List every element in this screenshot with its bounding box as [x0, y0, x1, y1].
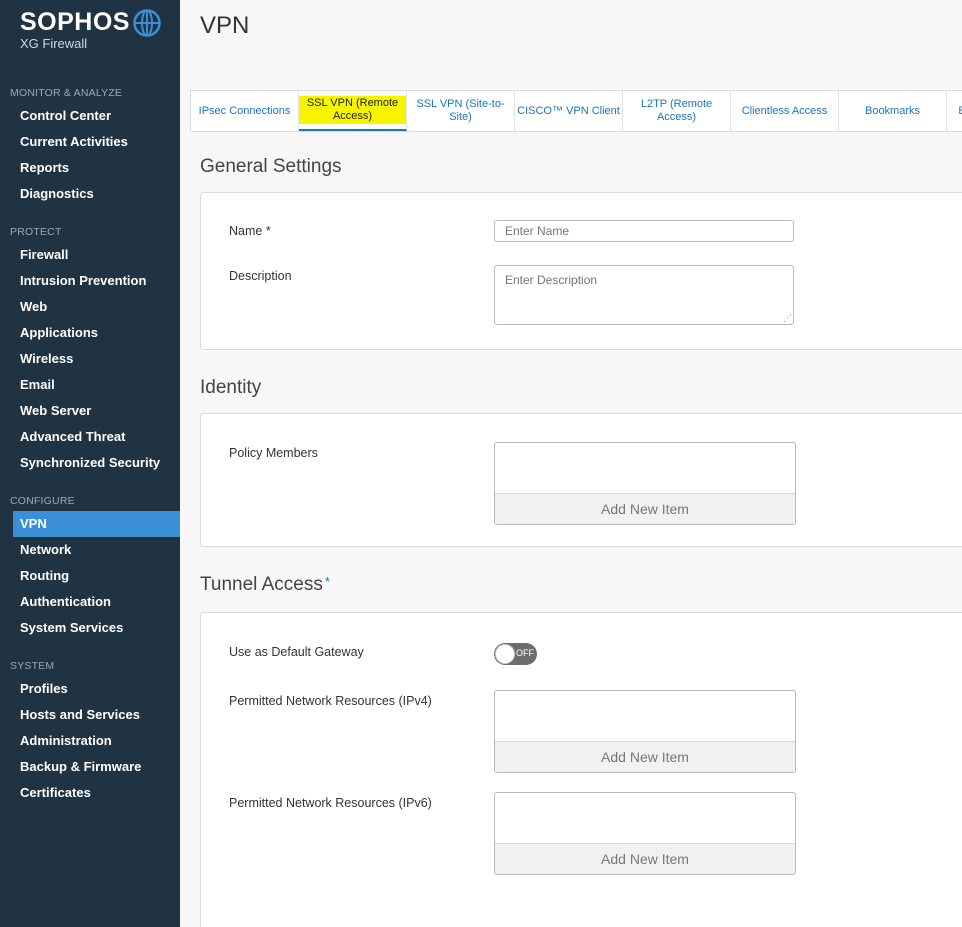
- nav-section-monitor: MONITOR & ANALYZE: [10, 87, 123, 99]
- nav-item-system-services[interactable]: System Services: [0, 615, 180, 641]
- nav-item-advanced-threat[interactable]: Advanced Threat: [0, 424, 180, 450]
- tunnel-access-heading: Tunnel Access *: [200, 574, 330, 596]
- ipv4-add-button[interactable]: Add New Item: [495, 741, 795, 772]
- nav-item-profiles[interactable]: Profiles: [0, 676, 180, 702]
- product-name: XG Firewall: [20, 36, 88, 51]
- ipv6-resources-label: Permitted Network Resources (IPv6): [229, 796, 432, 810]
- description-label: Description: [229, 269, 292, 283]
- ipv6-add-button[interactable]: Add New Item: [495, 843, 795, 874]
- nav-item-control-center[interactable]: Control Center: [0, 103, 180, 129]
- tab-ssl-vpn-site-to-site[interactable]: SSL VPN (Site-to-Site): [407, 91, 515, 131]
- nav-item-synchronized-security[interactable]: Synchronized Security: [0, 450, 180, 476]
- nav-item-wireless[interactable]: Wireless: [0, 346, 180, 372]
- general-settings-heading: General Settings: [200, 156, 342, 177]
- nav-item-routing[interactable]: Routing: [0, 563, 180, 589]
- nav-item-backup-firmware[interactable]: Backup & Firmware: [0, 754, 180, 780]
- nav-item-administration[interactable]: Administration: [0, 728, 180, 754]
- tunnel-access-title: Tunnel Access: [200, 574, 323, 595]
- tunnel-access-panel: Use as Default Gateway OFF Permitted Net…: [200, 612, 962, 927]
- nav-item-vpn[interactable]: VPN: [13, 511, 180, 537]
- general-settings-panel: Name * Description ⋰: [200, 192, 962, 350]
- tab-bar: IPsec Connections SSL VPN (Remote Access…: [190, 90, 962, 132]
- nav-section-system: SYSTEM: [10, 660, 55, 672]
- tab-bookmarks[interactable]: Bookmarks: [839, 91, 947, 131]
- nav-item-web-server[interactable]: Web Server: [0, 398, 180, 424]
- name-label: Name *: [229, 224, 271, 238]
- nav-item-hosts-and-services[interactable]: Hosts and Services: [0, 702, 180, 728]
- nav-item-firewall[interactable]: Firewall: [0, 242, 180, 268]
- ipv6-resources-list[interactable]: Add New Item: [494, 792, 796, 875]
- description-input[interactable]: [494, 265, 794, 325]
- globe-icon: [133, 9, 161, 37]
- ipv4-resources-list[interactable]: Add New Item: [494, 690, 796, 773]
- required-mark: *: [324, 574, 330, 589]
- resize-grip-icon[interactable]: ⋰: [783, 314, 792, 323]
- tab-ssl-vpn-remote-access[interactable]: SSL VPN (Remote Access): [299, 91, 407, 131]
- brand-name: SOPHOS: [20, 8, 130, 36]
- tab-cisco-vpn-client[interactable]: CISCO™ VPN Client: [515, 91, 623, 131]
- tab-label-highlighted: SSL VPN (Remote Access): [299, 96, 406, 124]
- nav-section-configure: CONFIGURE: [10, 495, 75, 507]
- default-gateway-label: Use as Default Gateway: [229, 645, 364, 659]
- nav-item-current-activities[interactable]: Current Activities: [0, 129, 180, 155]
- sidebar: SOPHOS XG Firewall MONITOR & ANALYZE Con…: [0, 0, 180, 927]
- identity-panel: Policy Members Add New Item: [200, 413, 962, 547]
- description-wrapper: ⋰: [494, 265, 794, 325]
- policy-members-list[interactable]: Add New Item: [494, 442, 796, 525]
- tab-overflow[interactable]: B: [947, 91, 962, 131]
- toggle-knob: [495, 644, 515, 664]
- sophos-logo[interactable]: SOPHOS XG Firewall: [20, 8, 161, 51]
- tab-clientless-access[interactable]: Clientless Access: [731, 91, 839, 131]
- page-title: VPN: [200, 12, 250, 39]
- name-input[interactable]: [494, 220, 794, 242]
- default-gateway-toggle[interactable]: OFF: [494, 643, 537, 665]
- nav-item-authentication[interactable]: Authentication: [0, 589, 180, 615]
- policy-members-label: Policy Members: [229, 446, 318, 460]
- nav-item-intrusion-prevention[interactable]: Intrusion Prevention: [0, 268, 180, 294]
- tab-l2tp-remote-access[interactable]: L2TP (Remote Access): [623, 91, 731, 131]
- nav-item-email[interactable]: Email: [0, 372, 180, 398]
- main-content: VPN IPsec Connections SSL VPN (Remote Ac…: [180, 0, 962, 927]
- tab-ipsec-connections[interactable]: IPsec Connections: [191, 91, 299, 131]
- nav-item-certificates[interactable]: Certificates: [0, 780, 180, 806]
- identity-heading: Identity: [200, 377, 262, 398]
- nav-item-reports[interactable]: Reports: [0, 155, 180, 181]
- nav-item-applications[interactable]: Applications: [0, 320, 180, 346]
- nav-item-web[interactable]: Web: [0, 294, 180, 320]
- toggle-state-text: OFF: [516, 648, 534, 658]
- nav-item-diagnostics[interactable]: Diagnostics: [0, 181, 180, 207]
- policy-members-add-button[interactable]: Add New Item: [495, 493, 795, 524]
- ipv4-resources-label: Permitted Network Resources (IPv4): [229, 694, 432, 708]
- nav-item-network[interactable]: Network: [0, 537, 180, 563]
- nav-section-protect: PROTECT: [10, 226, 62, 238]
